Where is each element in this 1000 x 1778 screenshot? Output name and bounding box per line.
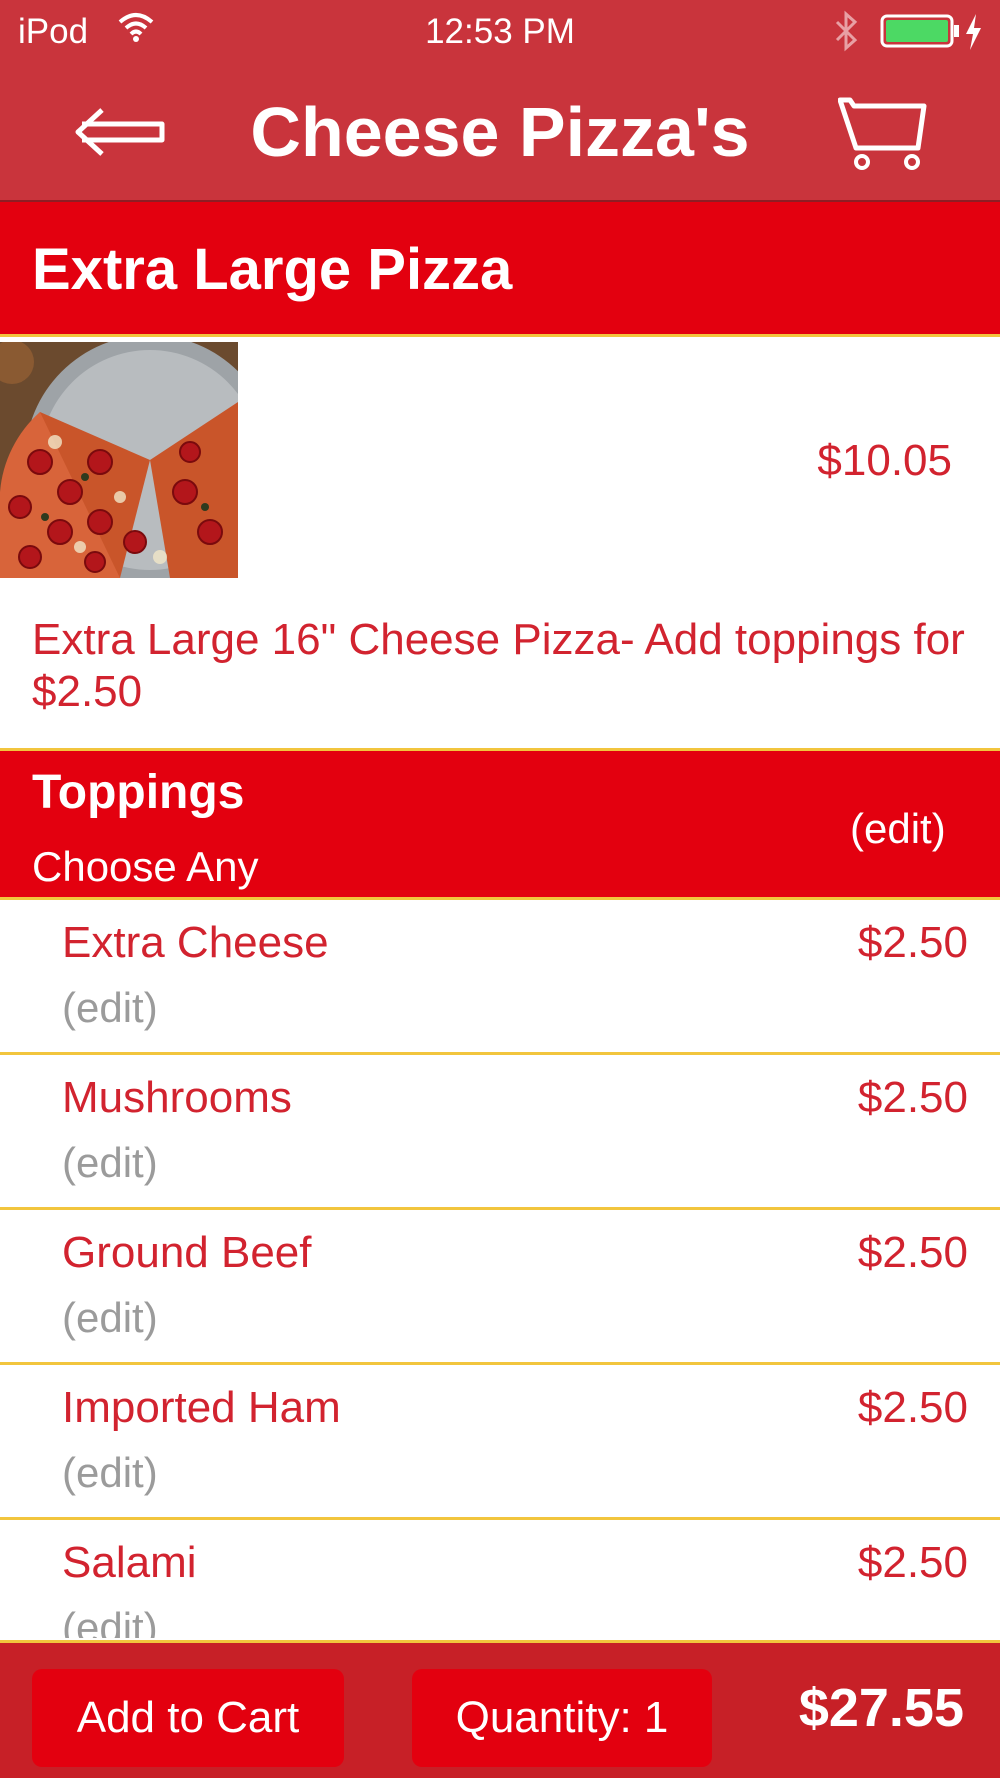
topping-name: Ground Beef <box>62 1228 312 1277</box>
charging-icon <box>962 12 984 57</box>
list-item[interactable]: Extra Cheese $2.50 (edit) <box>0 900 1000 1055</box>
status-bar: iPod 12:53 PM <box>0 0 1000 64</box>
topping-price: $2.50 <box>857 1383 968 1432</box>
list-item[interactable]: Ground Beef $2.50 (edit) <box>0 1210 1000 1365</box>
cart-icon[interactable] <box>837 96 928 172</box>
add-to-cart-button[interactable]: Add to Cart <box>32 1669 344 1767</box>
topping-edit-link[interactable]: (edit) <box>62 1294 158 1342</box>
topping-price: $2.50 <box>857 1538 968 1587</box>
toppings-group-title: Toppings <box>32 766 245 819</box>
order-total: $27.55 <box>798 1678 964 1738</box>
list-item[interactable]: Salami $2.50 (edit) <box>0 1520 1000 1638</box>
battery-icon <box>880 14 960 53</box>
topping-name: Imported Ham <box>62 1383 341 1432</box>
navigation-bar: Cheese Pizza's <box>0 64 1000 202</box>
topping-price: $2.50 <box>857 918 968 967</box>
list-item[interactable]: Mushrooms $2.50 (edit) <box>0 1055 1000 1210</box>
item-description: Extra Large 16" Cheese Pizza- Add toppin… <box>32 615 965 716</box>
bottom-toolbar: Add to Cart Quantity: 1 $27.55 <box>0 1640 1000 1778</box>
topping-name: Mushrooms <box>62 1073 292 1122</box>
topping-name: Extra Cheese <box>62 918 329 967</box>
toppings-list: Extra Cheese $2.50 (edit) Mushrooms $2.5… <box>0 900 1000 1638</box>
topping-price: $2.50 <box>857 1228 968 1277</box>
toppings-edit-link[interactable]: (edit) <box>850 805 946 853</box>
topping-price: $2.50 <box>857 1073 968 1122</box>
quantity-button[interactable]: Quantity: 1 <box>412 1669 712 1767</box>
item-title: Extra Large Pizza <box>32 237 513 302</box>
topping-edit-link[interactable]: (edit) <box>62 1604 158 1638</box>
pizza-photo <box>0 342 238 578</box>
topping-name: Salami <box>62 1538 197 1587</box>
topping-edit-link[interactable]: (edit) <box>62 1139 158 1187</box>
toppings-group-subtitle: Choose Any <box>32 843 259 890</box>
topping-edit-link[interactable]: (edit) <box>62 1449 158 1497</box>
list-item[interactable]: Imported Ham $2.50 (edit) <box>0 1365 1000 1520</box>
toppings-group-header: Toppings Choose Any (edit) <box>0 748 1000 900</box>
item-header: Extra Large Pizza <box>0 202 1000 337</box>
item-price: $10.05 <box>817 436 952 485</box>
topping-edit-link[interactable]: (edit) <box>62 984 158 1032</box>
bluetooth-icon <box>833 10 861 57</box>
